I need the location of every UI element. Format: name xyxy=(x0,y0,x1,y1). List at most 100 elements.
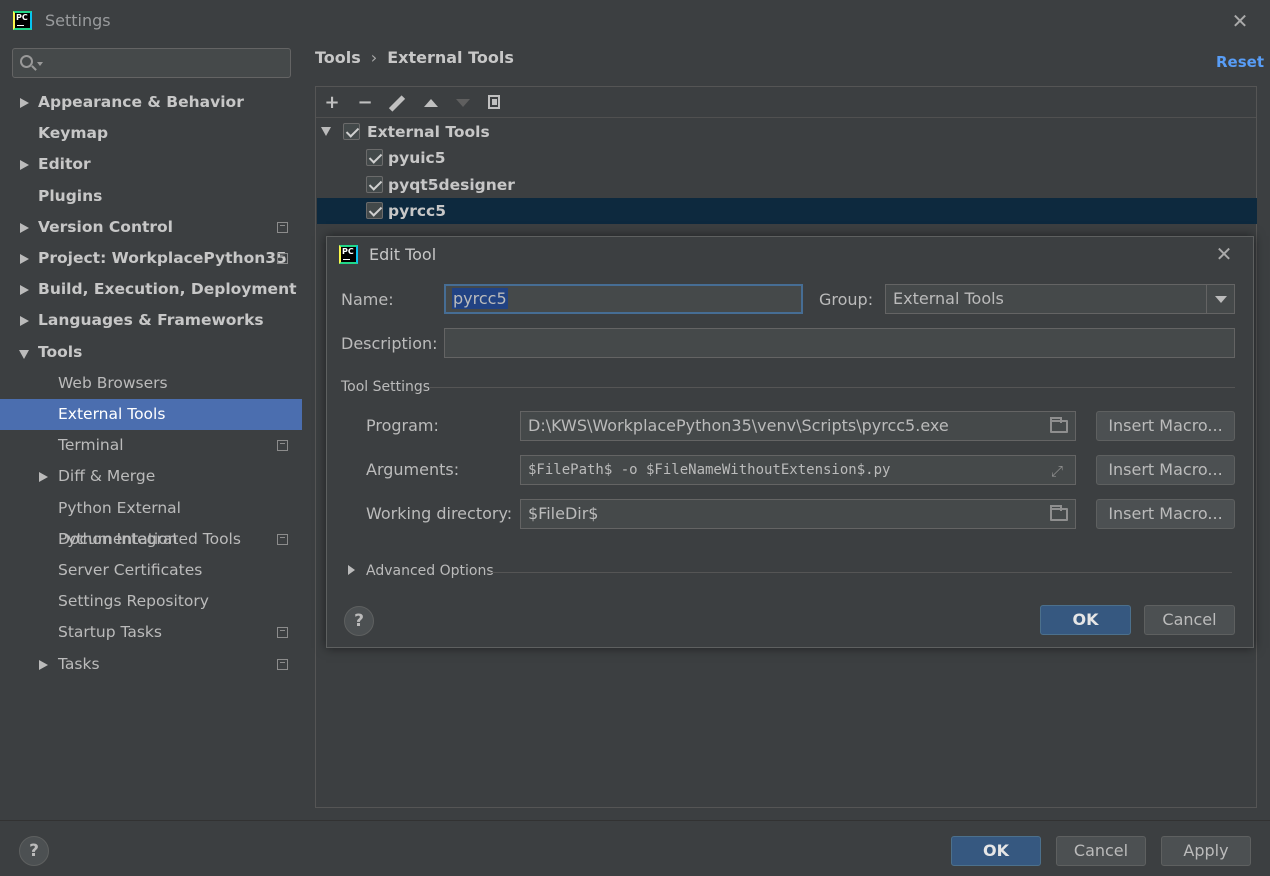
sidebar-item-terminal[interactable]: Terminal xyxy=(0,430,302,461)
sidebar-item-label: Terminal xyxy=(58,436,124,454)
sidebar-item-languages-frameworks[interactable]: Languages & Frameworks xyxy=(0,305,302,336)
sidebar-item-appearance-behavior[interactable]: Appearance & Behavior xyxy=(0,87,302,118)
project-level-icon xyxy=(277,659,288,670)
group-checkbox[interactable] xyxy=(343,123,360,140)
chevron-right-icon[interactable] xyxy=(20,285,29,295)
insert-macro-workdir-button[interactable]: Insert Macro... xyxy=(1096,499,1235,529)
name-value: pyrcc5 xyxy=(452,288,508,309)
tool-checkbox[interactable] xyxy=(366,176,383,193)
help-button[interactable]: ? xyxy=(19,836,49,866)
sidebar-item-diff-merge[interactable]: Diff & Merge xyxy=(0,461,302,492)
collapse-arrow-icon[interactable] xyxy=(321,127,331,136)
sidebar-item-python-integrated-tools[interactable]: Python Integrated Tools xyxy=(0,524,302,555)
help-button[interactable]: ? xyxy=(344,606,374,636)
sidebar-item-web-browsers[interactable]: Web Browsers xyxy=(0,368,302,399)
copy-icon[interactable] xyxy=(485,93,505,113)
description-field[interactable] xyxy=(444,328,1235,358)
search-history-icon[interactable] xyxy=(37,62,43,66)
tool-settings-title: Tool Settings xyxy=(341,379,431,395)
sidebar-item-editor[interactable]: Editor xyxy=(0,149,302,180)
insert-macro-arguments-button[interactable]: Insert Macro... xyxy=(1096,455,1235,485)
sidebar-item-startup-tasks[interactable]: Startup Tasks xyxy=(0,617,302,648)
chevron-right-icon[interactable] xyxy=(20,160,29,170)
project-level-icon xyxy=(277,627,288,638)
working-directory-label: Working directory: xyxy=(366,504,513,523)
arguments-value: $FilePath$ -o $FileNameWithoutExtension$… xyxy=(528,462,891,478)
chevron-right-icon[interactable] xyxy=(20,254,29,264)
cancel-button[interactable]: Cancel xyxy=(1056,836,1146,866)
tree-group-external-tools[interactable]: External Tools xyxy=(317,119,1257,145)
tree-item-pyuic5[interactable]: pyuic5 xyxy=(317,145,1257,171)
section-divider xyxy=(430,387,1235,388)
reset-link[interactable]: Reset xyxy=(1216,53,1264,71)
sidebar-item-label: Project: WorkplacePython35 xyxy=(38,249,287,267)
dialog-title: Edit Tool xyxy=(369,245,437,264)
working-directory-field[interactable]: $FileDir$ xyxy=(520,499,1076,529)
expand-arrow-icon[interactable] xyxy=(348,565,355,575)
program-field[interactable]: D:\KWS\WorkplacePython35\venv\Scripts\py… xyxy=(520,411,1076,441)
dialog-close-icon[interactable]: ✕ xyxy=(1213,243,1235,265)
close-window-icon[interactable]: ✕ xyxy=(1229,10,1251,32)
sidebar-item-build-execution-deployment[interactable]: Build, Execution, Deployment xyxy=(0,274,302,305)
apply-button[interactable]: Apply xyxy=(1161,836,1251,866)
folder-icon[interactable] xyxy=(1050,417,1068,433)
window-title: Settings xyxy=(45,11,111,30)
chevron-right-icon[interactable] xyxy=(39,472,48,482)
chevron-right-icon[interactable] xyxy=(39,660,48,670)
name-field[interactable]: pyrcc5 xyxy=(444,284,803,314)
chevron-right-icon[interactable] xyxy=(20,316,29,326)
dialog-cancel-button[interactable]: Cancel xyxy=(1144,605,1235,635)
arguments-field[interactable]: $FilePath$ -o $FileNameWithoutExtension$… xyxy=(520,455,1076,485)
tree-group-label: External Tools xyxy=(367,123,490,141)
move-up-icon[interactable] xyxy=(420,93,440,113)
chevron-right-icon[interactable] xyxy=(20,98,29,108)
breadcrumb-parent[interactable]: Tools xyxy=(315,48,361,67)
name-label: Name: xyxy=(341,290,394,309)
chevron-down-icon[interactable] xyxy=(19,350,29,359)
sidebar-item-python-external-documentation[interactable]: Python External Documentation xyxy=(0,493,302,548)
chevron-right-icon[interactable] xyxy=(20,223,29,233)
dialog-ok-button[interactable]: OK xyxy=(1040,605,1131,635)
chevron-down-icon[interactable] xyxy=(1206,285,1234,313)
sidebar-item-label: Plugins xyxy=(38,187,103,205)
tree-item-pyqt5designer[interactable]: pyqt5designer xyxy=(317,172,1257,198)
search-input[interactable] xyxy=(12,48,291,78)
tools-toolbar: + − xyxy=(316,87,1256,118)
expand-icon[interactable]: ⤢ xyxy=(1051,463,1067,479)
sidebar-item-label: Web Browsers xyxy=(58,374,168,392)
add-icon[interactable]: + xyxy=(322,93,342,113)
tool-checkbox[interactable] xyxy=(366,149,383,166)
tree-item-label: pyrcc5 xyxy=(388,202,447,220)
sidebar-item-external-tools[interactable]: External Tools xyxy=(0,399,302,430)
sidebar-item-tools[interactable]: Tools xyxy=(0,337,302,368)
sidebar-item-label: Editor xyxy=(38,155,91,173)
sidebar-item-label: Keymap xyxy=(38,124,109,142)
sidebar-item-version-control[interactable]: Version Control xyxy=(0,212,302,243)
sidebar-item-tasks[interactable]: Tasks xyxy=(0,649,302,680)
sidebar-item-label: Python Integrated Tools xyxy=(58,530,241,548)
tool-checkbox[interactable] xyxy=(366,202,383,219)
group-select[interactable]: External Tools xyxy=(885,284,1235,314)
project-level-icon xyxy=(277,534,288,545)
move-down-icon[interactable] xyxy=(452,93,472,113)
advanced-options-toggle[interactable]: Advanced Options xyxy=(366,563,494,579)
breadcrumb-separator: › xyxy=(370,48,378,67)
folder-icon[interactable] xyxy=(1050,505,1068,521)
sidebar-item-label: Version Control xyxy=(38,218,173,236)
pycharm-logo-icon: PC xyxy=(13,11,32,30)
sidebar-item-label: Diff & Merge xyxy=(58,467,156,485)
search-icon xyxy=(20,55,33,68)
ok-button[interactable]: OK xyxy=(951,836,1041,866)
edit-icon[interactable] xyxy=(387,93,407,113)
title-bar: PC Settings ✕ xyxy=(0,0,1270,42)
remove-icon[interactable]: − xyxy=(355,93,375,113)
sidebar-item-label: Tasks xyxy=(58,655,100,673)
sidebar-item-project-workplacepython35[interactable]: Project: WorkplacePython35 xyxy=(0,243,302,274)
insert-macro-program-button[interactable]: Insert Macro... xyxy=(1096,411,1235,441)
sidebar-item-keymap[interactable]: Keymap xyxy=(0,118,302,149)
tree-item-pyrcc5[interactable]: pyrcc5 xyxy=(317,198,1257,224)
sidebar-item-plugins[interactable]: Plugins xyxy=(0,181,302,212)
arguments-label: Arguments: xyxy=(366,460,460,479)
sidebar-item-settings-repository[interactable]: Settings Repository xyxy=(0,586,302,617)
sidebar-item-server-certificates[interactable]: Server Certificates xyxy=(0,555,302,586)
